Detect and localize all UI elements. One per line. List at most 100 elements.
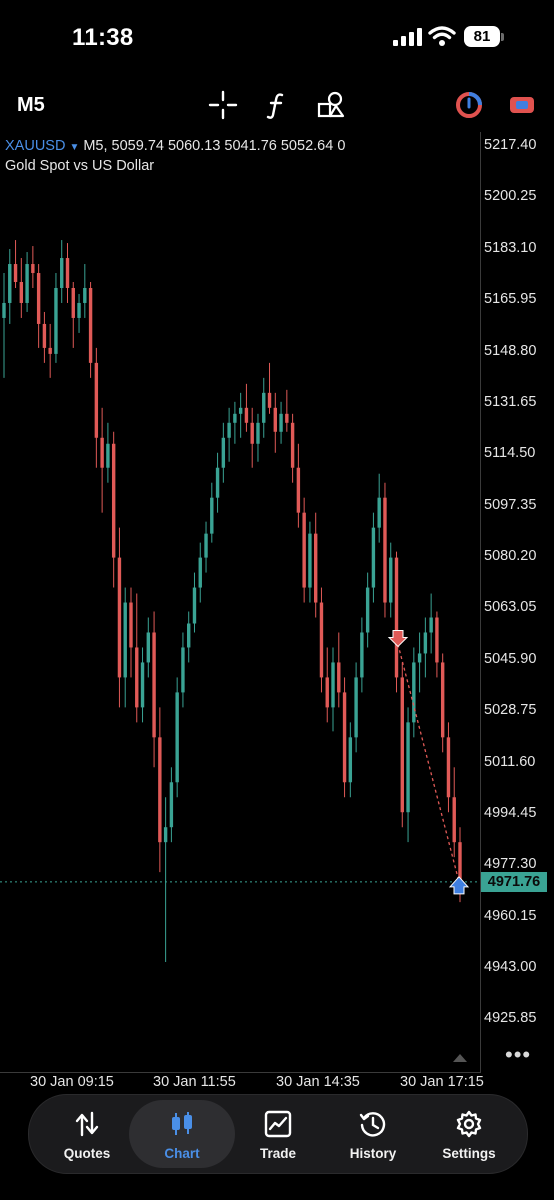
price-axis-label: 4960.15: [484, 907, 537, 924]
price-axis-label: 5165.95: [484, 291, 537, 308]
price-axis-label: 5011.60: [484, 753, 536, 770]
tab-quotes-label: Quotes: [63, 1146, 111, 1161]
candle-body: [440, 662, 445, 738]
candle-body: [65, 258, 70, 288]
battery-icon: 81: [464, 26, 506, 48]
price-axis-label: 5131.65: [484, 393, 537, 410]
candle-body: [279, 413, 283, 432]
candle-body: [412, 662, 416, 723]
candle-body: [319, 602, 324, 678]
candle-body: [458, 842, 462, 882]
tab-settings[interactable]: Settings: [421, 1100, 517, 1168]
time-axis-label: 30 Jan 09:15: [30, 1074, 114, 1090]
scroll-end-icon[interactable]: [453, 1052, 467, 1062]
price-axis-label: 5200.25: [484, 188, 537, 205]
candle-body: [417, 653, 422, 663]
candle-body: [256, 422, 260, 444]
more-options-icon[interactable]: •••: [505, 1042, 531, 1068]
price-axis-label: 5063.05: [484, 599, 537, 616]
candle-body: [169, 782, 174, 828]
status-time: 11:38: [72, 24, 134, 51]
tab-chart[interactable]: Chart: [129, 1100, 235, 1168]
candle-body: [429, 617, 433, 633]
candle-body: [163, 827, 168, 843]
candle-body: [308, 533, 312, 588]
timeframe-button[interactable]: M5: [17, 94, 45, 117]
wifi-icon: [428, 26, 456, 46]
crosshair-icon[interactable]: [208, 90, 238, 120]
candle-body: [267, 392, 272, 408]
bottom-tab-bar: Quotes Chart Trade History Settings: [28, 1094, 528, 1174]
candle-body: [192, 587, 197, 624]
symbol-name[interactable]: XAUUSD: [5, 138, 65, 154]
candle-body: [394, 557, 399, 678]
battery-level: 81: [464, 26, 500, 47]
candle-body: [337, 662, 341, 693]
time-axis-label: 30 Jan 14:35: [276, 1074, 360, 1090]
price-axis-label: 5148.80: [484, 342, 537, 359]
one-click-trading-icon[interactable]: [454, 90, 484, 120]
candle-body: [13, 264, 18, 283]
candle-body: [36, 273, 41, 324]
price-axis-label: 5183.10: [484, 239, 537, 256]
price-axis-label: 5080.20: [484, 548, 537, 564]
tab-chart-label: Chart: [164, 1146, 200, 1161]
tab-trade[interactable]: Trade: [230, 1100, 326, 1168]
candle-body: [152, 632, 156, 738]
price-axis-label: 5217.40: [484, 137, 537, 153]
candle-body: [117, 557, 122, 678]
candle-body: [446, 737, 451, 798]
candle-body: [285, 413, 289, 423]
candle-body: [204, 533, 208, 558]
candle-body: [342, 692, 347, 783]
candle-body: [181, 647, 185, 693]
price-chart[interactable]: XAUUSD ▼ M5, 5059.74 5060.13 5041.76 5052.…: [0, 132, 554, 1092]
objects-icon[interactable]: [316, 90, 346, 120]
candle-body: [354, 677, 358, 738]
candle-body: [48, 347, 52, 354]
chart-candles-icon: [172, 1112, 192, 1135]
candle-body: [452, 797, 456, 843]
candle-body: [2, 302, 6, 318]
candle-body: [244, 407, 249, 423]
candle-body: [42, 323, 47, 348]
quotes-icon: [75, 1111, 99, 1137]
status-bar: 11:38 81: [0, 0, 554, 75]
candle-body: [221, 437, 226, 468]
candle-body: [71, 287, 75, 318]
current-price-label: 4971.76: [481, 871, 547, 892]
candle-body: [123, 602, 127, 678]
chart-color-icon[interactable]: [507, 90, 537, 120]
candle-body: [302, 512, 306, 588]
price-axis-label: 5097.35: [484, 496, 537, 513]
sell-trade-marker[interactable]: [387, 629, 409, 648]
candle-body: [25, 264, 29, 303]
candle-body: [94, 362, 99, 438]
price-axis-label: 5028.75: [484, 702, 537, 719]
candle-body: [348, 737, 353, 783]
candle-body: [83, 287, 87, 303]
candle-body: [106, 443, 110, 468]
price-axis-label: 4994.45: [484, 804, 537, 821]
candle-body: [389, 557, 393, 603]
price-axis-label: 4925.85: [484, 1010, 537, 1027]
chart-toolbar: M5: [0, 80, 554, 130]
price-axis-label: 5114.50: [484, 445, 536, 462]
candle-body: [215, 467, 220, 498]
time-axis-label: 30 Jan 11:55: [153, 1074, 236, 1090]
tab-quotes[interactable]: Quotes: [39, 1100, 135, 1168]
tab-settings-label: Settings: [442, 1146, 496, 1161]
tab-history[interactable]: History: [325, 1100, 421, 1168]
candle-body: [227, 422, 231, 438]
trade-icon: [264, 1110, 292, 1138]
candle-body: [383, 497, 387, 603]
symbol-dropdown-icon[interactable]: ▼: [69, 142, 79, 153]
candle-body: [290, 422, 295, 468]
candle-body: [88, 287, 93, 363]
price-axis-label: 4977.30: [484, 856, 537, 873]
candle-body: [77, 302, 81, 318]
buy-trade-marker[interactable]: [448, 876, 470, 895]
indicators-icon[interactable]: [262, 90, 292, 120]
candlestick-plot[interactable]: [0, 132, 480, 1072]
symbol-header[interactable]: XAUUSD ▼ M5, 5059.74 5060.13 5041.76 5052.…: [5, 138, 345, 154]
